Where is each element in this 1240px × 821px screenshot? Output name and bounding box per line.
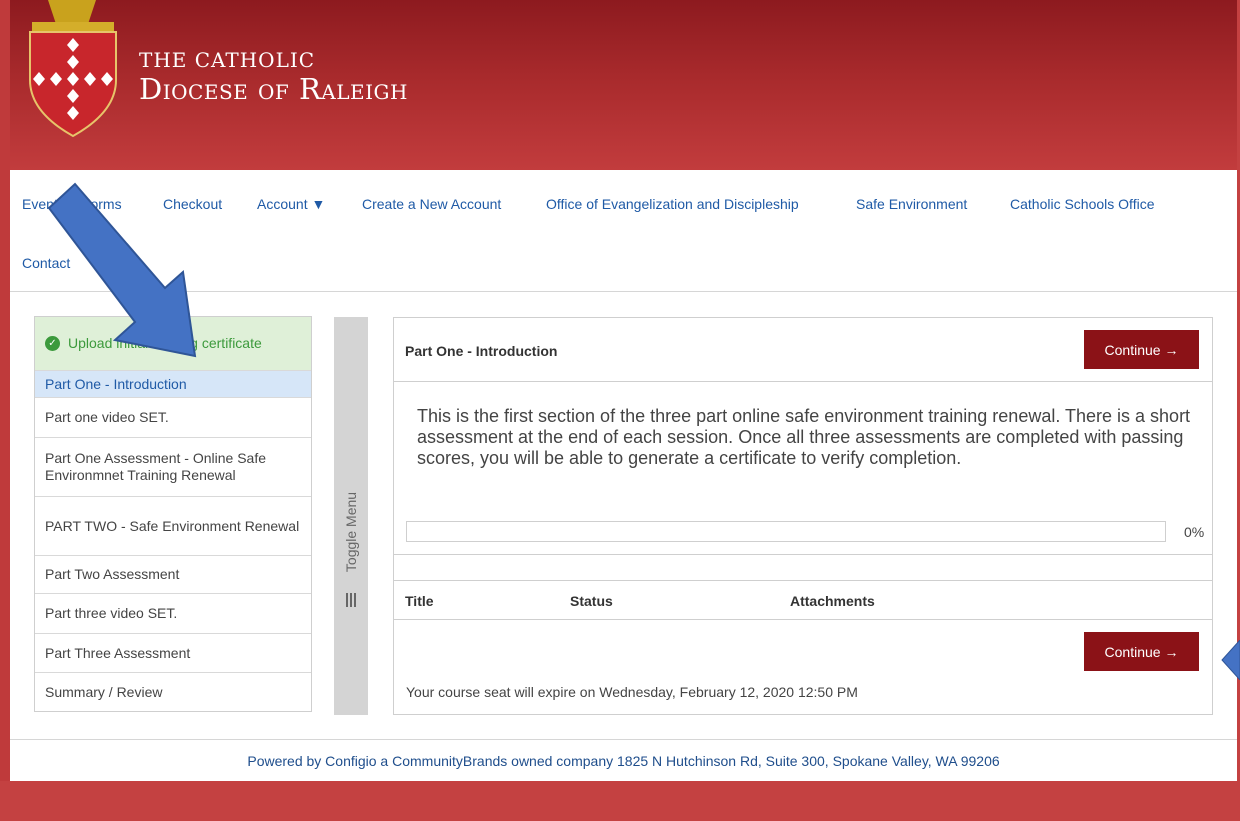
bottom-band	[0, 781, 1240, 821]
site-header: THE CATHOLIC Diocese of Raleigh	[0, 0, 1240, 170]
footer-text[interactable]: Powered by Configio a CommunityBrands ow…	[247, 753, 999, 769]
sidebar-item-label: Part three video SET.	[45, 605, 178, 621]
sidebar-item-part-one-assessment[interactable]: Part One Assessment - Online Safe Enviro…	[35, 438, 311, 497]
divider	[394, 580, 1212, 581]
nav-catholic-schools[interactable]: Catholic Schools Office	[1010, 196, 1154, 212]
sidebar-item-label: Part One - Introduction	[45, 375, 187, 392]
table-header-attachments: Attachments	[790, 593, 875, 609]
site-title-small: THE CATHOLIC	[139, 48, 316, 72]
nav-safe-environment[interactable]: Safe Environment	[856, 196, 967, 212]
toggle-menu-label: Toggle Menu	[343, 491, 359, 573]
nav-account-dropdown[interactable]: Account ▼	[257, 196, 325, 212]
sidebar-item-label: Upload initial training certificate	[68, 335, 262, 351]
sidebar-item-part-three-assessment[interactable]: Part Three Assessment	[35, 634, 311, 673]
hamburger-icon	[346, 593, 356, 607]
sidebar-item-upload-certificate[interactable]: ✓ Upload initial training certificate	[35, 317, 311, 371]
check-circle-icon: ✓	[45, 336, 60, 351]
sidebar-item-label: Summary / Review	[45, 683, 163, 700]
divider	[394, 554, 1212, 555]
sidebar-item-label: Part One Assessment - Online Safe Enviro…	[45, 450, 266, 483]
seat-expiration-text: Your course seat will expire on Wednesda…	[406, 684, 858, 700]
sidebar-item-part-two-assessment[interactable]: Part Two Assessment	[35, 556, 311, 594]
annotation-arrow-edge-icon	[1221, 640, 1240, 680]
nav-events-forms[interactable]: Events & Forms	[22, 196, 122, 212]
left-frame-border	[0, 0, 10, 821]
progress-bar	[406, 521, 1166, 542]
site-title-big[interactable]: Diocese of Raleigh	[139, 72, 408, 106]
lesson-panel-header: Part One - Introduction Continue →	[394, 318, 1212, 382]
sidebar-item-summary-review[interactable]: Summary / Review	[35, 673, 311, 711]
site-footer: Powered by Configio a CommunityBrands ow…	[10, 739, 1237, 782]
main-nav: Events & Forms Checkout Account ▼ Create…	[10, 170, 1237, 290]
nav-checkout[interactable]: Checkout	[163, 196, 222, 212]
continue-button-top[interactable]: Continue →	[1084, 330, 1199, 369]
sidebar-item-part-two[interactable]: PART TWO - Safe Environment Renewal	[35, 497, 311, 556]
nav-contact[interactable]: Contact	[22, 255, 70, 271]
nav-create-account[interactable]: Create a New Account	[362, 196, 501, 212]
sidebar-item-part-one-intro[interactable]: Part One - Introduction	[35, 371, 311, 398]
divider	[394, 619, 1212, 620]
course-main: ✓ Upload initial training certificate Pa…	[10, 291, 1237, 739]
sidebar-item-part-three-video[interactable]: Part three video SET.	[35, 594, 311, 634]
sidebar-item-label: PART TWO - Safe Environment Renewal	[45, 517, 300, 534]
lesson-title: Part One - Introduction	[405, 343, 558, 359]
sidebar-item-label: Part Two Assessment	[45, 566, 180, 582]
lesson-panel: Part One - Introduction Continue → This …	[393, 317, 1213, 715]
progress-percent: 0%	[1184, 524, 1205, 540]
table-header-title: Title	[405, 593, 434, 609]
sidebar-item-label: Part one video SET.	[45, 409, 169, 425]
course-sidebar: ✓ Upload initial training certificate Pa…	[34, 316, 312, 712]
nav-evangelization[interactable]: Office of Evangelization and Discipleshi…	[546, 196, 799, 212]
sidebar-item-label: Part Three Assessment	[45, 644, 191, 661]
lesson-description: This is the first section of the three p…	[417, 406, 1191, 468]
sidebar-item-part-one-video[interactable]: Part one video SET.	[35, 398, 311, 438]
table-header-status: Status	[570, 593, 613, 609]
diocese-coat-of-arms-logo[interactable]	[18, 0, 126, 140]
toggle-menu-button[interactable]: Toggle Menu	[334, 317, 368, 715]
continue-button-bottom[interactable]: Continue →	[1084, 632, 1199, 671]
